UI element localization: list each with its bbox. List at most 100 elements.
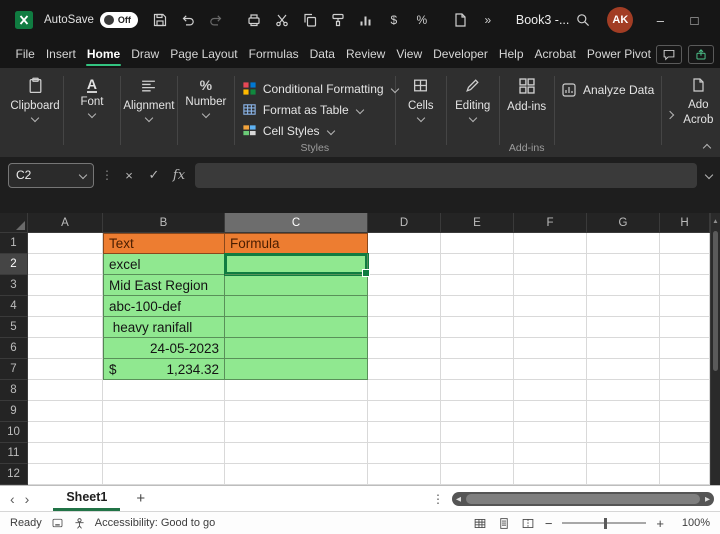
cell-E8[interactable] — [441, 380, 514, 401]
cell-E3[interactable] — [441, 275, 514, 296]
column-header-C[interactable]: C — [225, 213, 368, 233]
insert-function-button[interactable]: fx — [170, 168, 188, 183]
menu-tab-review[interactable]: Review — [340, 41, 390, 67]
new-sheet-button[interactable]: + — [120, 490, 161, 507]
cancel-entry-button[interactable]: × — [120, 168, 138, 183]
cell-E5[interactable] — [441, 317, 514, 338]
zoom-slider[interactable] — [562, 522, 646, 524]
cell-D1[interactable] — [368, 233, 441, 254]
cell-C7[interactable] — [225, 359, 368, 380]
cell-H10[interactable] — [660, 422, 710, 443]
cell-B9[interactable] — [103, 401, 225, 422]
cell-C5[interactable] — [225, 317, 368, 338]
cell-C6[interactable] — [225, 338, 368, 359]
column-header-D[interactable]: D — [368, 213, 441, 233]
menu-tab-home[interactable]: Home — [81, 41, 125, 67]
percent-style-icon[interactable]: % — [410, 8, 434, 32]
menu-tab-developer[interactable]: Developer — [428, 41, 494, 67]
autosave-switch[interactable]: Off — [100, 12, 138, 28]
cell-G6[interactable] — [587, 338, 660, 359]
horizontal-scroll-thumb[interactable] — [466, 494, 700, 504]
cells-dropdown-button[interactable]: Cells — [397, 72, 445, 121]
ribbon-scroll-right[interactable] — [663, 72, 677, 157]
cell-A11[interactable] — [28, 443, 103, 464]
cell-C4[interactable] — [225, 296, 368, 317]
cell-A2[interactable] — [28, 254, 103, 275]
row-header-8[interactable]: 8 — [0, 380, 28, 401]
column-header-B[interactable]: B — [103, 213, 225, 233]
cell-C2[interactable] — [225, 254, 368, 275]
page-break-preview-icon[interactable] — [521, 517, 535, 530]
macro-record-icon[interactable] — [51, 517, 64, 529]
cell-G10[interactable] — [587, 422, 660, 443]
menu-tab-data[interactable]: Data — [304, 41, 340, 67]
row-header-1[interactable]: 1 — [0, 233, 28, 254]
cell-F1[interactable] — [514, 233, 587, 254]
vertical-scroll-thumb[interactable] — [713, 231, 718, 371]
menu-tab-page-layout[interactable]: Page Layout — [165, 41, 243, 67]
cell-G3[interactable] — [587, 275, 660, 296]
cell-A10[interactable] — [28, 422, 103, 443]
minimize-button[interactable]: – — [643, 5, 677, 35]
addins-button[interactable]: Add-ins — [501, 72, 553, 113]
cell-D9[interactable] — [368, 401, 441, 422]
accessibility-icon[interactable] — [73, 517, 86, 530]
cell-B6[interactable]: 24-05-2023 — [103, 338, 225, 359]
cell-H8[interactable] — [660, 380, 710, 401]
row-header-4[interactable]: 4 — [0, 296, 28, 317]
cell-H3[interactable] — [660, 275, 710, 296]
column-header-A[interactable]: A — [28, 213, 103, 233]
cell-F6[interactable] — [514, 338, 587, 359]
cell-H4[interactable] — [660, 296, 710, 317]
cell-D3[interactable] — [368, 275, 441, 296]
cell-E11[interactable] — [441, 443, 514, 464]
cell-F7[interactable] — [514, 359, 587, 380]
cut-icon[interactable] — [270, 8, 294, 32]
cell-G4[interactable] — [587, 296, 660, 317]
menu-tab-draw[interactable]: Draw — [126, 41, 165, 67]
comments-button[interactable] — [656, 45, 682, 64]
select-all-corner[interactable] — [0, 213, 28, 233]
cell-C8[interactable] — [225, 380, 368, 401]
sheet-options-icon[interactable]: ⋮ — [424, 492, 452, 506]
previous-sheet-button[interactable]: ‹ — [0, 491, 25, 507]
cell-B12[interactable] — [103, 464, 225, 485]
cell-A5[interactable] — [28, 317, 103, 338]
expand-formula-bar-icon[interactable] — [705, 171, 713, 179]
menu-tab-view[interactable]: View — [391, 41, 428, 67]
cell-B4[interactable]: abc-100-def — [103, 296, 225, 317]
menu-tab-help[interactable]: Help — [493, 41, 529, 67]
cell-A9[interactable] — [28, 401, 103, 422]
cell-H2[interactable] — [660, 254, 710, 275]
more-commands-icon[interactable]: » — [476, 8, 500, 32]
scroll-left-icon[interactable]: ◀ — [452, 495, 465, 503]
share-button[interactable] — [688, 45, 714, 64]
cell-F9[interactable] — [514, 401, 587, 422]
cell-A3[interactable] — [28, 275, 103, 296]
cell-B8[interactable] — [103, 380, 225, 401]
cell-B11[interactable] — [103, 443, 225, 464]
excel-logo-icon[interactable] — [12, 8, 36, 32]
cell-A8[interactable] — [28, 380, 103, 401]
zoom-slider-knob[interactable] — [604, 518, 607, 529]
cell-D5[interactable] — [368, 317, 441, 338]
account-avatar[interactable]: AK — [607, 7, 633, 33]
cell-G2[interactable] — [587, 254, 660, 275]
cell-E9[interactable] — [441, 401, 514, 422]
cell-B7[interactable]: $1,234.32 — [103, 359, 225, 380]
cell-F2[interactable] — [514, 254, 587, 275]
cell-E4[interactable] — [441, 296, 514, 317]
confirm-entry-button[interactable]: ✓ — [145, 167, 163, 183]
cell-F10[interactable] — [514, 422, 587, 443]
row-header-10[interactable]: 10 — [0, 422, 28, 443]
horizontal-scrollbar[interactable]: ◀ ▶ — [452, 492, 714, 506]
cell-F12[interactable] — [514, 464, 587, 485]
cell-G5[interactable] — [587, 317, 660, 338]
formula-input[interactable] — [195, 163, 697, 188]
cell-H12[interactable] — [660, 464, 710, 485]
format-as-table-button[interactable]: Format as Table — [240, 99, 365, 120]
cell-G9[interactable] — [587, 401, 660, 422]
editing-dropdown-button[interactable]: Editing — [448, 72, 498, 121]
chart-icon[interactable] — [354, 8, 378, 32]
font-dropdown-button[interactable]: A Font — [65, 72, 119, 117]
